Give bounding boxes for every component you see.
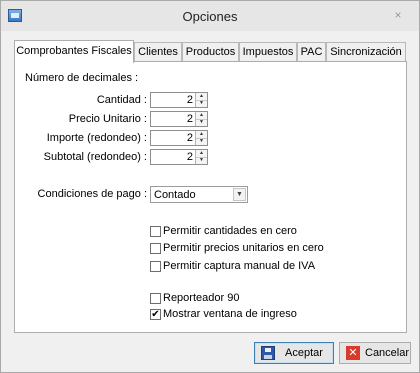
zero-quantities-checkbox[interactable] — [150, 226, 161, 237]
subtotal-stepper[interactable]: 2 ▲ ▼ — [150, 149, 208, 165]
spin-buttons: ▲ ▼ — [195, 131, 207, 145]
spin-down-icon[interactable]: ▼ — [196, 119, 207, 126]
subtotal-label: Subtotal (redondeo) : — [43, 151, 147, 163]
payment-terms-select[interactable]: Contado ▼ — [150, 186, 248, 203]
reporteador-90-label[interactable]: Reporteador 90 — [163, 292, 239, 304]
spin-down-icon[interactable]: ▼ — [196, 157, 207, 164]
manual-iva-checkbox[interactable] — [150, 261, 161, 272]
spin-buttons: ▲ ▼ — [195, 93, 207, 107]
tab-productos[interactable]: Productos — [182, 42, 239, 61]
precio-unitario-stepper[interactable]: 2 ▲ ▼ — [150, 111, 208, 127]
zero-prices-label[interactable]: Permitir precios unitarios en cero — [163, 242, 324, 254]
cantidad-stepper[interactable]: 2 ▲ ▼ — [150, 92, 208, 108]
tab-pac[interactable]: PAC — [297, 42, 326, 61]
options-dialog: Opciones × Comprobantes Fiscales Cliente… — [0, 0, 420, 373]
close-button[interactable]: × — [385, 6, 411, 24]
title-bar[interactable]: Opciones × — [1, 1, 419, 31]
cancel-button-label: Cancelar — [365, 347, 410, 359]
subtotal-value[interactable]: 2 — [187, 151, 193, 163]
tab-sincronizacion[interactable]: Sincronización — [326, 42, 406, 61]
cantidad-label: Cantidad : — [96, 94, 147, 106]
decimals-heading: Número de decimales : — [25, 72, 139, 84]
precio-unitario-value[interactable]: 2 — [187, 113, 193, 125]
cancel-button[interactable]: ✕ Cancelar — [339, 342, 411, 364]
show-login-window-checkbox[interactable]: ✔ — [150, 309, 161, 320]
chevron-down-icon[interactable]: ▼ — [233, 188, 246, 201]
spin-down-icon[interactable]: ▼ — [196, 138, 207, 145]
window-title: Opciones — [182, 9, 238, 24]
tab-comprobantes-fiscales[interactable]: Comprobantes Fiscales — [14, 40, 134, 63]
reporteador-90-checkbox[interactable] — [150, 293, 161, 304]
payment-terms-label: Condiciones de pago : — [37, 188, 147, 200]
tab-impuestos[interactable]: Impuestos — [239, 42, 297, 61]
accept-button-label: Aceptar — [285, 347, 323, 359]
accept-button[interactable]: Aceptar — [254, 342, 334, 364]
tab-clientes[interactable]: Clientes — [134, 42, 182, 61]
spin-buttons: ▲ ▼ — [195, 150, 207, 164]
show-login-window-label[interactable]: Mostrar ventana de ingreso — [163, 308, 297, 320]
manual-iva-label[interactable]: Permitir captura manual de IVA — [163, 260, 315, 272]
zero-prices-checkbox[interactable] — [150, 243, 161, 254]
save-icon — [261, 346, 275, 360]
tab-panel-comprobantes: Número de decimales : Cantidad : 2 ▲ ▼ P… — [14, 61, 407, 333]
spin-down-icon[interactable]: ▼ — [196, 100, 207, 107]
precio-unitario-label: Precio Unitario : — [68, 113, 147, 125]
importe-value[interactable]: 2 — [187, 132, 193, 144]
importe-label: Importe (redondeo) : — [46, 132, 147, 144]
payment-terms-value: Contado — [154, 189, 196, 201]
cantidad-value[interactable]: 2 — [187, 94, 193, 106]
cancel-icon: ✕ — [346, 346, 360, 360]
importe-stepper[interactable]: 2 ▲ ▼ — [150, 130, 208, 146]
zero-quantities-label[interactable]: Permitir cantidades en cero — [163, 225, 297, 237]
spin-buttons: ▲ ▼ — [195, 112, 207, 126]
